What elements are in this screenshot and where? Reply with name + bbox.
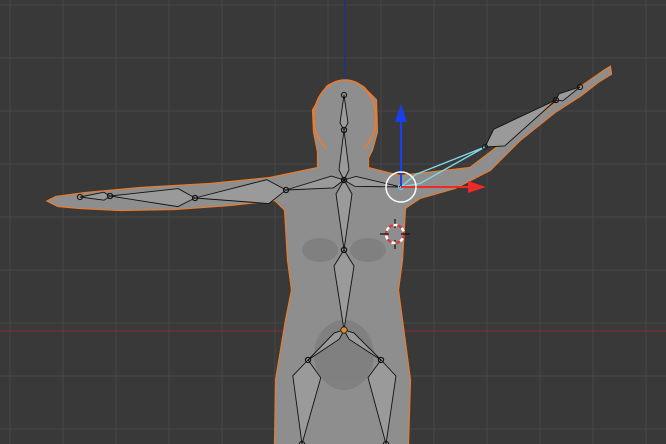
root-joint[interactable] [340,326,348,334]
viewport-canvas[interactable] [0,0,666,444]
3d-viewport[interactable] [0,0,666,444]
